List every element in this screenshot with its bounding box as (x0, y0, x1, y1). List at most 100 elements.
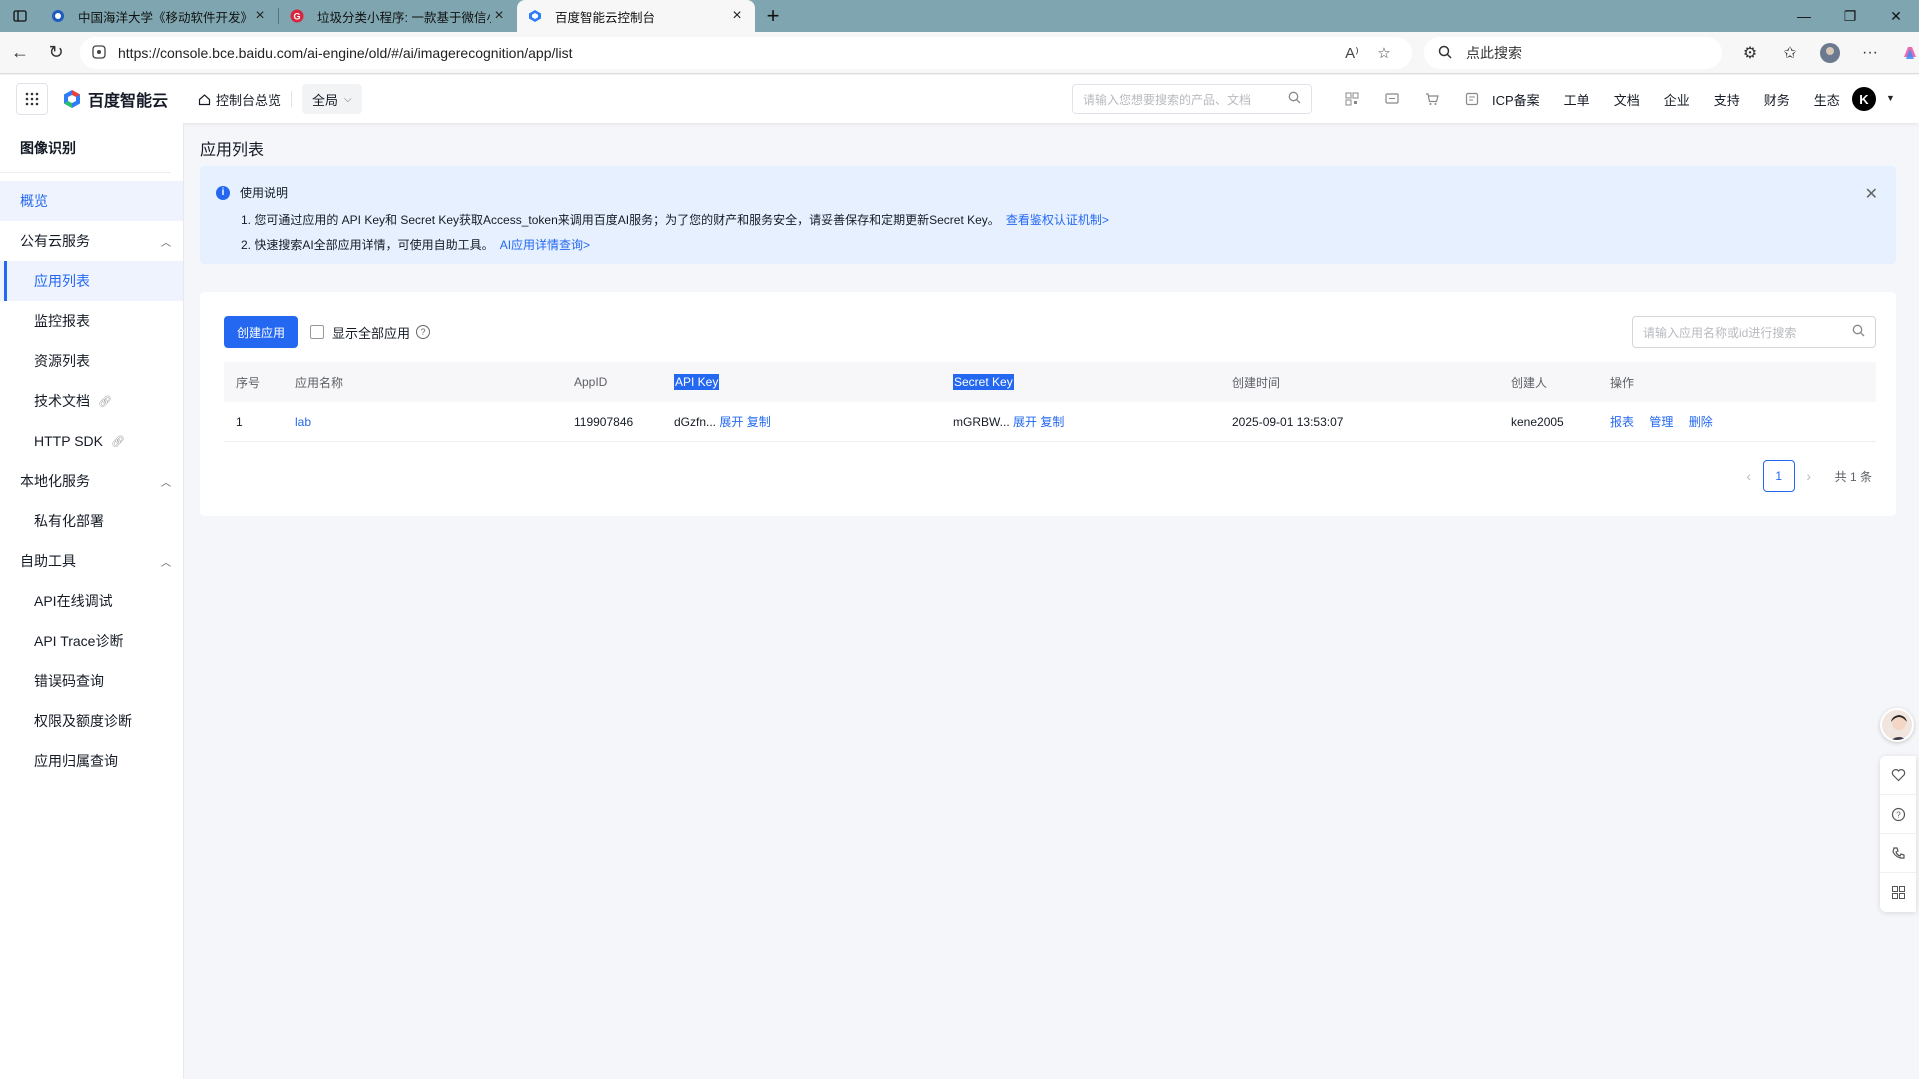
copilot-icon[interactable] (1890, 43, 1919, 63)
sidebar-item-http-sdk[interactable]: HTTP SDK 🔗︎ (0, 421, 183, 461)
expand-api-key-link[interactable]: 展开 (719, 415, 743, 429)
heart-icon[interactable] (1880, 756, 1916, 795)
read-aloud-icon[interactable]: A⁾ (1336, 44, 1368, 62)
sidebar-group-public-cloud[interactable]: 公有云服务 ︿ (0, 221, 183, 261)
minimize-icon[interactable]: — (1781, 0, 1827, 32)
search-icon[interactable] (1288, 91, 1301, 107)
header-link-ticket[interactable]: 工单 (1564, 90, 1590, 109)
phone-icon[interactable] (1880, 834, 1916, 873)
blue-shield-icon (50, 8, 66, 24)
app-search-input[interactable]: 请输入应用名称或id进行搜索 (1632, 316, 1876, 348)
col-header-created: 创建时间 (1232, 375, 1281, 390)
sidebar-item-app-list[interactable]: 应用列表 (0, 261, 183, 301)
close-window-icon[interactable]: ✕ (1873, 0, 1919, 32)
browser-tab-1[interactable]: 中国海洋大学《移动软件开发》课 × (40, 0, 278, 32)
back-arrow-icon[interactable]: ← (2, 37, 38, 69)
region-select[interactable]: 全局 ⌵ (302, 84, 362, 114)
assistant-avatar[interactable] (1880, 708, 1914, 742)
site-info-icon[interactable] (92, 44, 106, 62)
copy-api-key-link[interactable]: 复制 (747, 415, 771, 429)
sidebar-item-overview[interactable]: 概览 (0, 181, 183, 221)
create-app-button[interactable]: 创建应用 (224, 316, 298, 348)
header-links: ICP备案 工单 文档 企业 支持 财务 生态 (1492, 84, 1864, 114)
usage-notice: i 使用说明 1. 您可通过应用的 API Key和 Secret Key获取A… (200, 166, 1896, 264)
new-tab-icon[interactable]: + (755, 0, 791, 32)
browser-search-box[interactable]: 点此搜索 (1424, 37, 1722, 69)
report-link[interactable]: 报表 (1610, 415, 1634, 429)
sidebar-group-local-service[interactable]: 本地化服务 ︿ (0, 461, 183, 501)
sidebar-item-private-deploy[interactable]: 私有化部署 (0, 501, 183, 541)
sidebar-item-api-trace[interactable]: API Trace诊断 (0, 621, 183, 661)
page-number[interactable]: 1 (1762, 460, 1795, 492)
extensions-icon[interactable]: ⚙ (1730, 43, 1770, 63)
app-detail-query-link[interactable]: AI应用详情查询> (500, 238, 590, 252)
show-all-apps-toggle[interactable]: 显示全部应用 ? (310, 316, 431, 348)
search-icon[interactable] (1852, 324, 1865, 340)
url-text[interactable]: https://console.bce.baidu.com/ai-engine/… (118, 45, 1336, 61)
sidebar-item-app-owner[interactable]: 应用归属查询 (0, 741, 183, 781)
header-link-support[interactable]: 支持 (1714, 90, 1740, 109)
header-link-ecosystem[interactable]: 生态 (1814, 90, 1840, 109)
apps-icon[interactable] (1880, 873, 1916, 912)
sidebar: 图像识别 概览 公有云服务 ︿ 应用列表 监控报表 资源列表 技术文档 🔗︎ H… (0, 123, 184, 1079)
browser-tab-3[interactable]: 百度智能云控制台 × (517, 0, 755, 32)
console-home-link[interactable]: 控制台总览 (198, 90, 281, 109)
browser-tab-2[interactable]: G 垃圾分类小程序: 一款基于微信小 × (279, 0, 517, 32)
app-search-placeholder: 请输入应用名称或id进行搜索 (1643, 325, 1797, 340)
app-name-link[interactable]: lab (295, 415, 311, 429)
url-bar[interactable]: https://console.bce.baidu.com/ai-engine/… (80, 37, 1412, 69)
brand-logo[interactable]: 百度智能云 (62, 87, 168, 111)
sidebar-item-resource-list[interactable]: 资源列表 (0, 341, 183, 381)
window-controls: — ❐ ✕ (1781, 0, 1919, 32)
close-tab-icon[interactable]: × (252, 7, 268, 25)
header-link-icp[interactable]: ICP备案 (1492, 90, 1540, 109)
header-link-docs[interactable]: 文档 (1614, 90, 1640, 109)
header-link-enterprise[interactable]: 企业 (1664, 90, 1690, 109)
profile-avatar-icon[interactable] (1810, 42, 1850, 64)
more-menu-icon[interactable]: ··· (1850, 44, 1890, 62)
copy-secret-key-link[interactable]: 复制 (1040, 415, 1064, 429)
sidebar-group-label: 公有云服务 (20, 233, 90, 249)
apps-grid-icon[interactable] (16, 83, 48, 115)
close-tab-icon[interactable]: × (491, 7, 507, 25)
user-avatar[interactable]: K (1852, 87, 1876, 111)
sidebar-item-api-debug[interactable]: API在线调试 (0, 581, 183, 621)
header-link-finance[interactable]: 财务 (1764, 90, 1790, 109)
delete-link[interactable]: 删除 (1689, 415, 1713, 429)
next-page-icon[interactable]: › (1795, 468, 1823, 484)
manage-link[interactable]: 管理 (1649, 415, 1673, 429)
cell-created: 2025-09-01 13:53:07 (1232, 414, 1344, 429)
caret-down-icon[interactable]: ▼ (1886, 93, 1895, 103)
close-icon[interactable]: ✕ (1865, 184, 1878, 204)
notice-heading: 使用说明 (240, 186, 289, 200)
table-row: 1 lab 119907846 dGzfn... 展开 复制 mGRBW... … (224, 402, 1876, 442)
sidebar-item-quota-diagnose[interactable]: 权限及额度诊断 (0, 701, 183, 741)
favorites-icon[interactable]: ✩ (1770, 43, 1810, 63)
cart-icon[interactable] (1412, 92, 1452, 106)
show-all-checkbox[interactable] (310, 325, 324, 339)
help-circle-icon[interactable]: ? (1880, 795, 1916, 834)
restore-icon[interactable]: ❐ (1827, 0, 1873, 32)
help-icon[interactable]: ? (416, 325, 431, 339)
favorite-star-icon[interactable]: ☆ (1368, 44, 1400, 62)
auth-mechanism-link[interactable]: 查看鉴权认证机制> (1006, 213, 1109, 227)
message-icon[interactable] (1372, 92, 1412, 106)
chevron-down-icon: ⌵ (344, 93, 352, 105)
console-search-input[interactable]: 请输入您想要搜索的产品、文档 (1072, 84, 1312, 114)
sidebar-item-monitor-report[interactable]: 监控报表 (0, 301, 183, 341)
sidebar-group-self-tools[interactable]: 自助工具 ︿ (0, 541, 183, 581)
floating-dock: ? (1880, 756, 1916, 912)
chevron-up-icon: ︿ (161, 237, 171, 249)
browser-search-text: 点此搜索 (1466, 45, 1522, 61)
qrcode-icon[interactable] (1332, 92, 1372, 106)
refresh-icon[interactable]: ↻ (38, 37, 74, 69)
billing-icon[interactable] (1452, 92, 1492, 106)
api-key-masked: dGzfn... (674, 415, 717, 429)
sidebar-item-tech-docs[interactable]: 技术文档 🔗︎ (0, 381, 183, 421)
expand-secret-key-link[interactable]: 展开 (1013, 415, 1037, 429)
tab-actions-icon[interactable] (0, 0, 40, 32)
close-tab-icon[interactable]: × (729, 7, 745, 25)
prev-page-icon[interactable]: ‹ (1735, 468, 1763, 484)
sidebar-item-error-code[interactable]: 错误码查询 (0, 661, 183, 701)
chevron-up-icon: ︿ (161, 477, 171, 489)
